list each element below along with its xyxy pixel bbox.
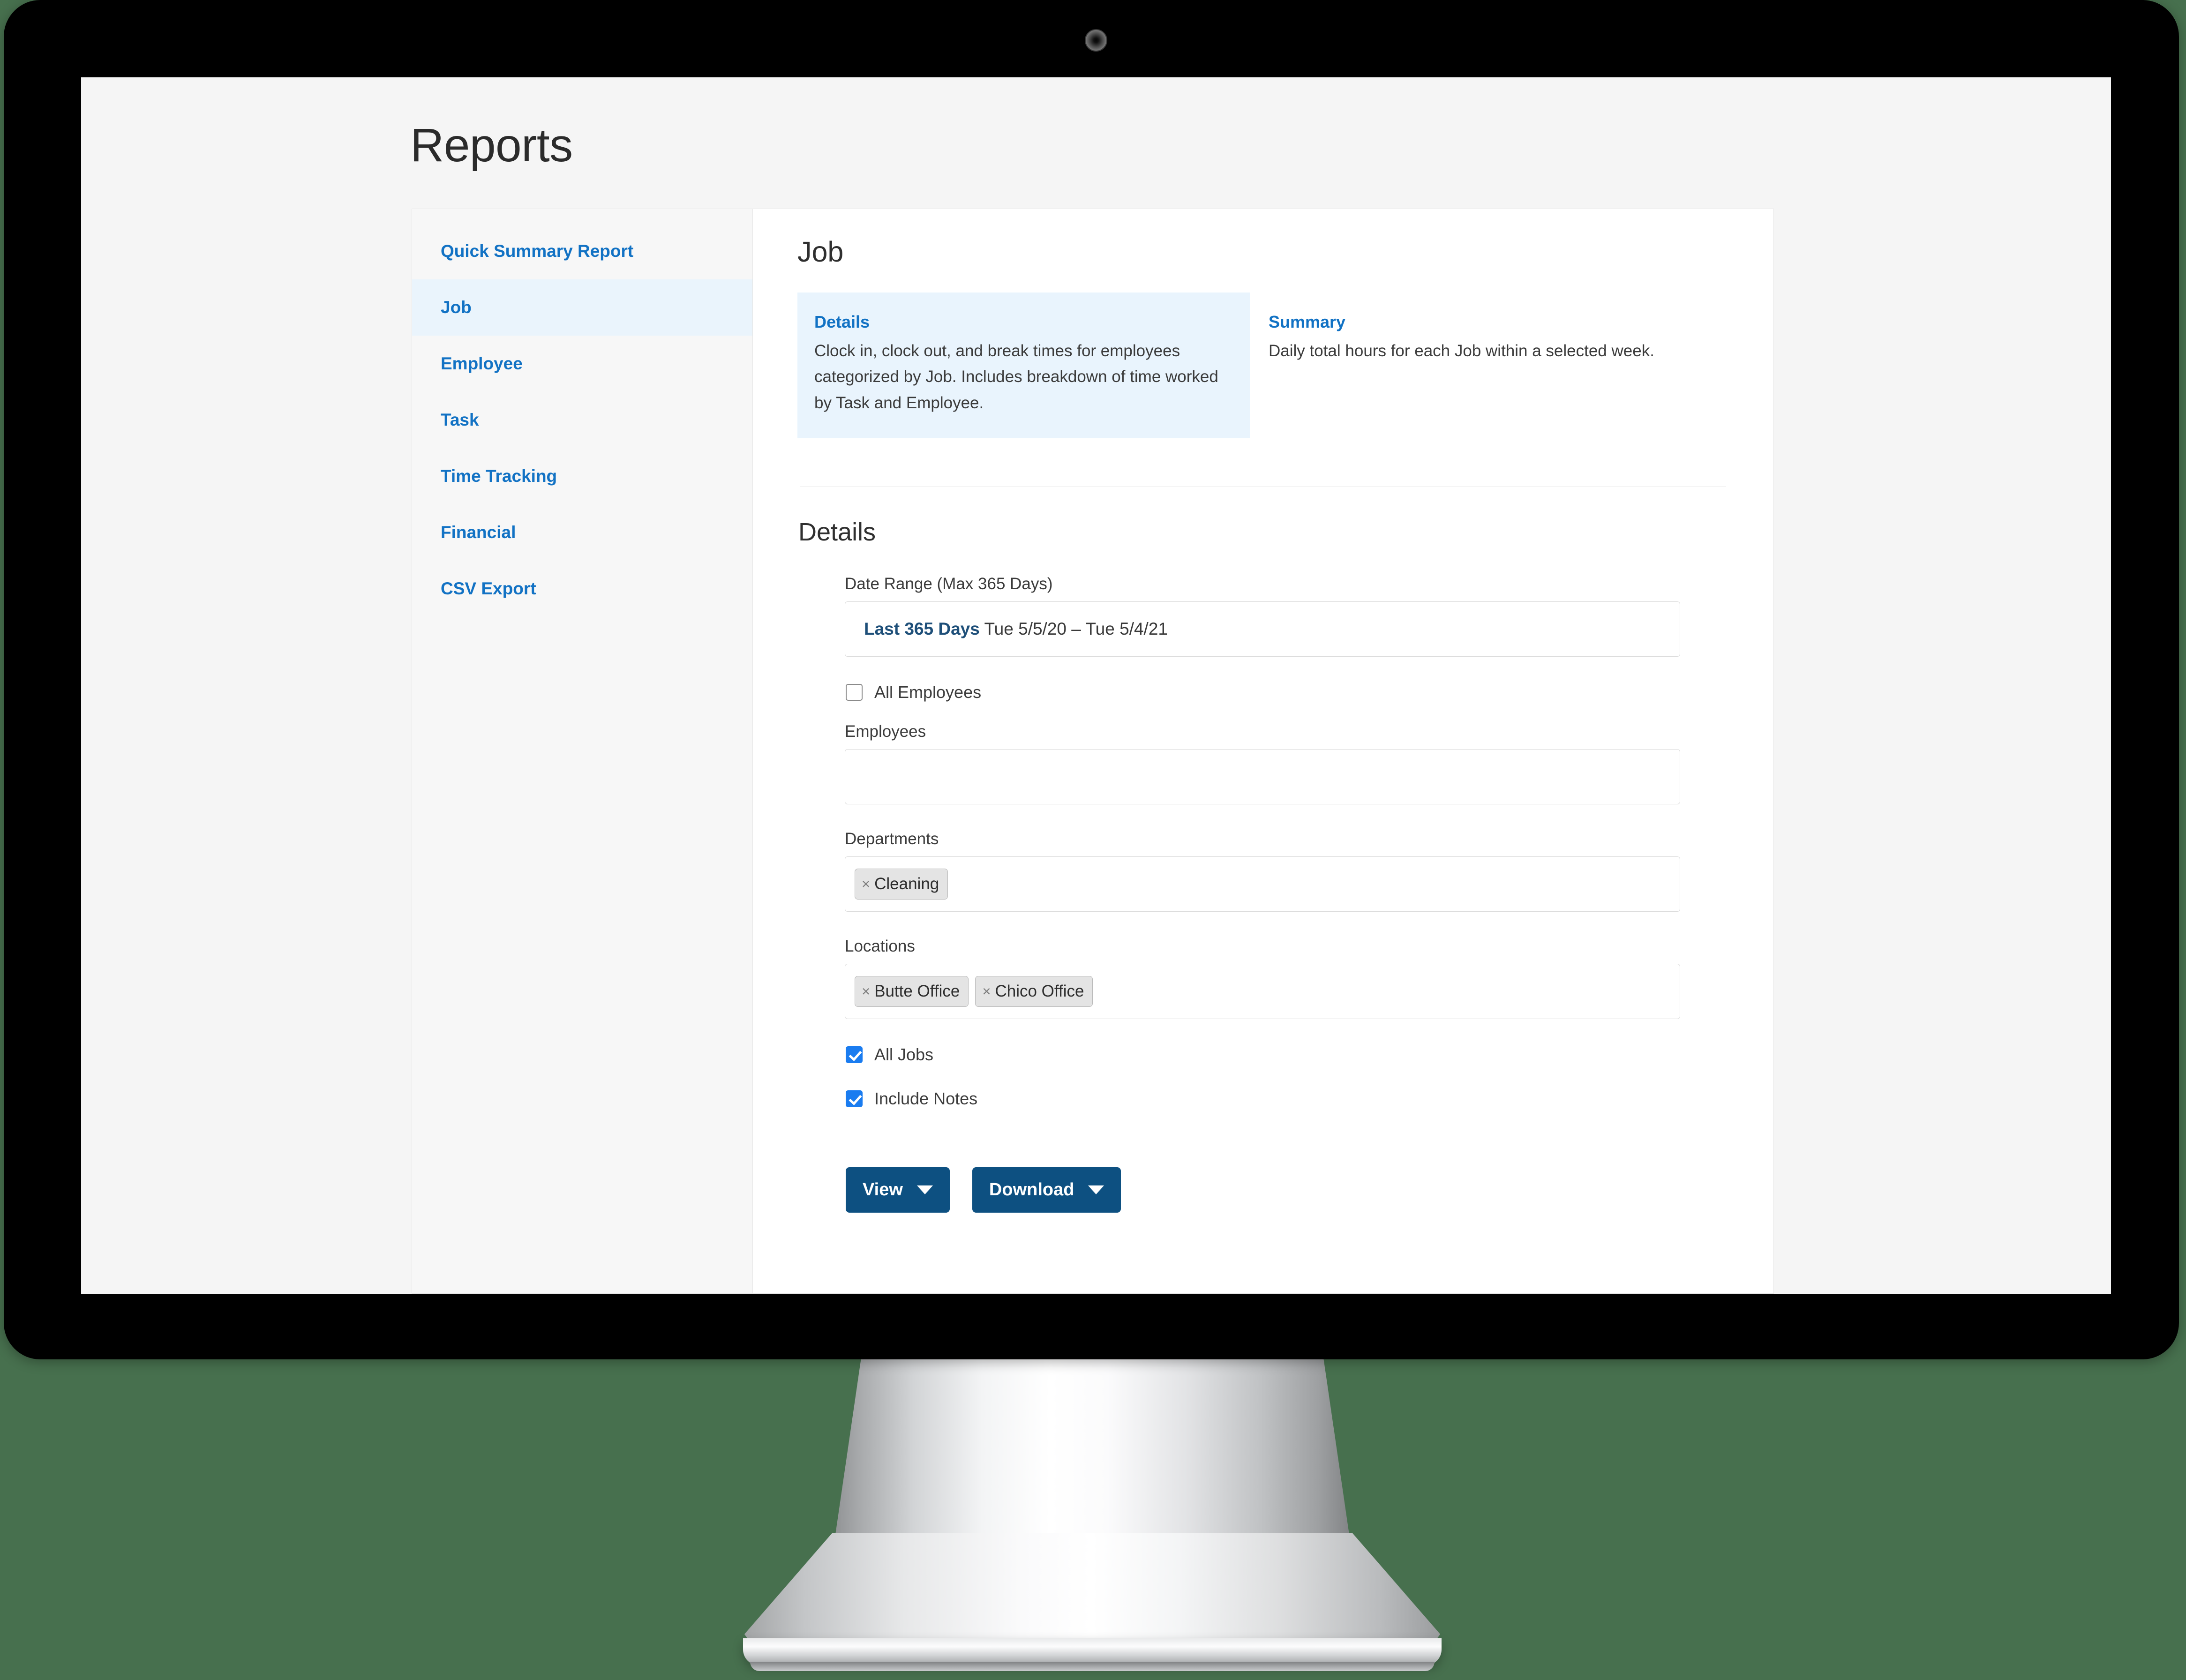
report-options-form: Date Range (Max 365 Days) Last 365 Days … (845, 575, 1680, 1213)
include-notes-checkbox[interactable] (846, 1090, 863, 1107)
include-notes-label: Include Notes (874, 1088, 978, 1108)
tab-summary[interactable]: Summary Daily total hours for each Job w… (1250, 292, 1728, 438)
sidebar-item-quick-summary-report[interactable]: Quick Summary Report (412, 223, 752, 279)
sidebar-item-label: CSV Export (441, 579, 536, 598)
tag-label: Chico Office (995, 982, 1084, 1000)
screen: Reports Quick Summary Report Job Employe… (81, 77, 2111, 1294)
report-heading: Job (797, 236, 844, 268)
tab-details[interactable]: Details Clock in, clock out, and break t… (797, 292, 1250, 438)
date-range-preset: Last 365 Days (864, 619, 980, 638)
tab-details-title: Details (814, 312, 870, 331)
sidebar-item-csv-export[interactable]: CSV Export (412, 561, 752, 617)
report-type-sidebar: Quick Summary Report Job Employee Task T… (412, 209, 753, 1293)
remove-tag-icon[interactable]: × (862, 876, 870, 892)
sidebar-item-job[interactable]: Job (412, 279, 752, 336)
sidebar-item-label: Task (441, 410, 479, 429)
sidebar-item-label: Quick Summary Report (441, 241, 634, 261)
date-range-label: Date Range (Max 365 Days) (845, 574, 1053, 593)
date-range-span: Tue 5/5/20 – Tue 5/4/21 (984, 619, 1168, 638)
departments-input[interactable]: × Cleaning (845, 856, 1680, 912)
chevron-down-icon (1088, 1185, 1104, 1194)
tab-summary-title: Summary (1269, 312, 1346, 331)
report-type-tabs: Details Clock in, clock out, and break t… (797, 292, 1728, 438)
sidebar-item-label: Financial (441, 523, 516, 542)
all-jobs-checkbox-row[interactable]: All Jobs (846, 1041, 1680, 1069)
view-button[interactable]: View (846, 1167, 950, 1213)
all-employees-label: All Employees (874, 682, 982, 702)
sidebar-item-financial[interactable]: Financial (412, 504, 752, 561)
tag-chico-office[interactable]: × Chico Office (975, 975, 1093, 1007)
sidebar-item-label: Time Tracking (441, 466, 557, 486)
all-employees-checkbox-row[interactable]: All Employees (846, 678, 1680, 706)
tag-label: Cleaning (874, 874, 939, 893)
sidebar-item-time-tracking[interactable]: Time Tracking (412, 448, 752, 504)
sidebar-item-label: Job (441, 298, 472, 317)
sidebar-item-task[interactable]: Task (412, 392, 752, 448)
include-notes-checkbox-row[interactable]: Include Notes (846, 1085, 1680, 1113)
all-jobs-checkbox[interactable] (846, 1046, 863, 1063)
action-buttons: View Download (846, 1167, 1680, 1213)
view-button-label: View (863, 1179, 903, 1200)
download-button[interactable]: Download (972, 1167, 1121, 1213)
reports-card: Quick Summary Report Job Employee Task T… (412, 209, 1774, 1294)
webcam-icon (1085, 29, 1107, 52)
remove-tag-icon[interactable]: × (982, 983, 991, 1000)
all-employees-checkbox[interactable] (846, 683, 863, 701)
date-range-input[interactable]: Last 365 Days Tue 5/5/20 – Tue 5/4/21 (845, 601, 1680, 657)
monitor-mockup: Reports Quick Summary Report Job Employe… (0, 0, 2186, 1680)
remove-tag-icon[interactable]: × (862, 983, 870, 1000)
monitor-bezel: Reports Quick Summary Report Job Employe… (4, 0, 2179, 1359)
tag-butte-office[interactable]: × Butte Office (855, 975, 969, 1007)
tab-details-description: Clock in, clock out, and break times for… (814, 342, 1218, 412)
all-jobs-label: All Jobs (874, 1044, 934, 1064)
monitor-stand-base-lip (750, 1662, 1435, 1671)
page-title: Reports (410, 119, 573, 172)
tag-label: Butte Office (874, 982, 960, 1000)
date-range-value: Last 365 Days Tue 5/5/20 – Tue 5/4/21 (845, 619, 1168, 639)
tab-summary-description: Daily total hours for each Job within a … (1269, 342, 1654, 360)
sidebar-item-label: Employee (441, 354, 523, 373)
report-main-pane: Job Details Clock in, clock out, and bre… (753, 209, 1773, 1293)
locations-input[interactable]: × Butte Office × Chico Office (845, 963, 1680, 1019)
locations-label: Locations (845, 937, 915, 955)
tag-cleaning[interactable]: × Cleaning (855, 868, 948, 900)
chevron-down-icon (916, 1185, 933, 1194)
download-button-label: Download (989, 1179, 1074, 1200)
sidebar-item-employee[interactable]: Employee (412, 336, 752, 392)
employees-input[interactable] (845, 749, 1680, 804)
details-section-title: Details (798, 518, 876, 546)
departments-label: Departments (845, 829, 939, 848)
employees-label: Employees (845, 722, 926, 741)
